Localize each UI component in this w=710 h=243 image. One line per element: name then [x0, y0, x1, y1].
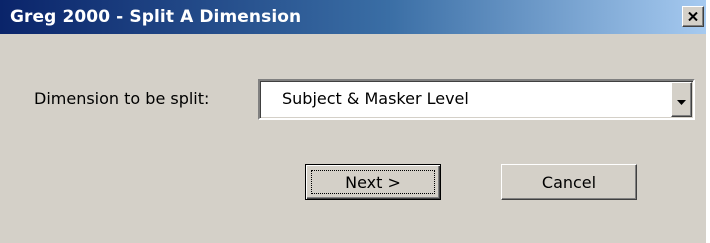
title-bar[interactable]: Greg 2000 - Split A Dimension: [0, 0, 706, 34]
cancel-button-label: Cancel: [541, 172, 597, 192]
dimension-select-value: Subject & Masker Level: [282, 89, 469, 108]
dimension-select[interactable]: Subject & Masker Level: [258, 79, 695, 120]
dimension-label: Dimension to be split:: [34, 89, 210, 108]
next-button[interactable]: Next >: [305, 164, 441, 200]
next-button-label: Next >: [345, 172, 401, 192]
dropdown-button[interactable]: [671, 82, 692, 117]
cancel-button[interactable]: Cancel: [501, 164, 637, 200]
close-button[interactable]: [682, 6, 704, 27]
window-title: Greg 2000 - Split A Dimension: [10, 7, 302, 27]
chevron-down-icon: [677, 90, 686, 109]
dialog-window: Greg 2000 - Split A Dimension Dimension …: [0, 0, 706, 243]
focus-ring: Next >: [311, 170, 435, 194]
close-icon: [688, 12, 698, 21]
